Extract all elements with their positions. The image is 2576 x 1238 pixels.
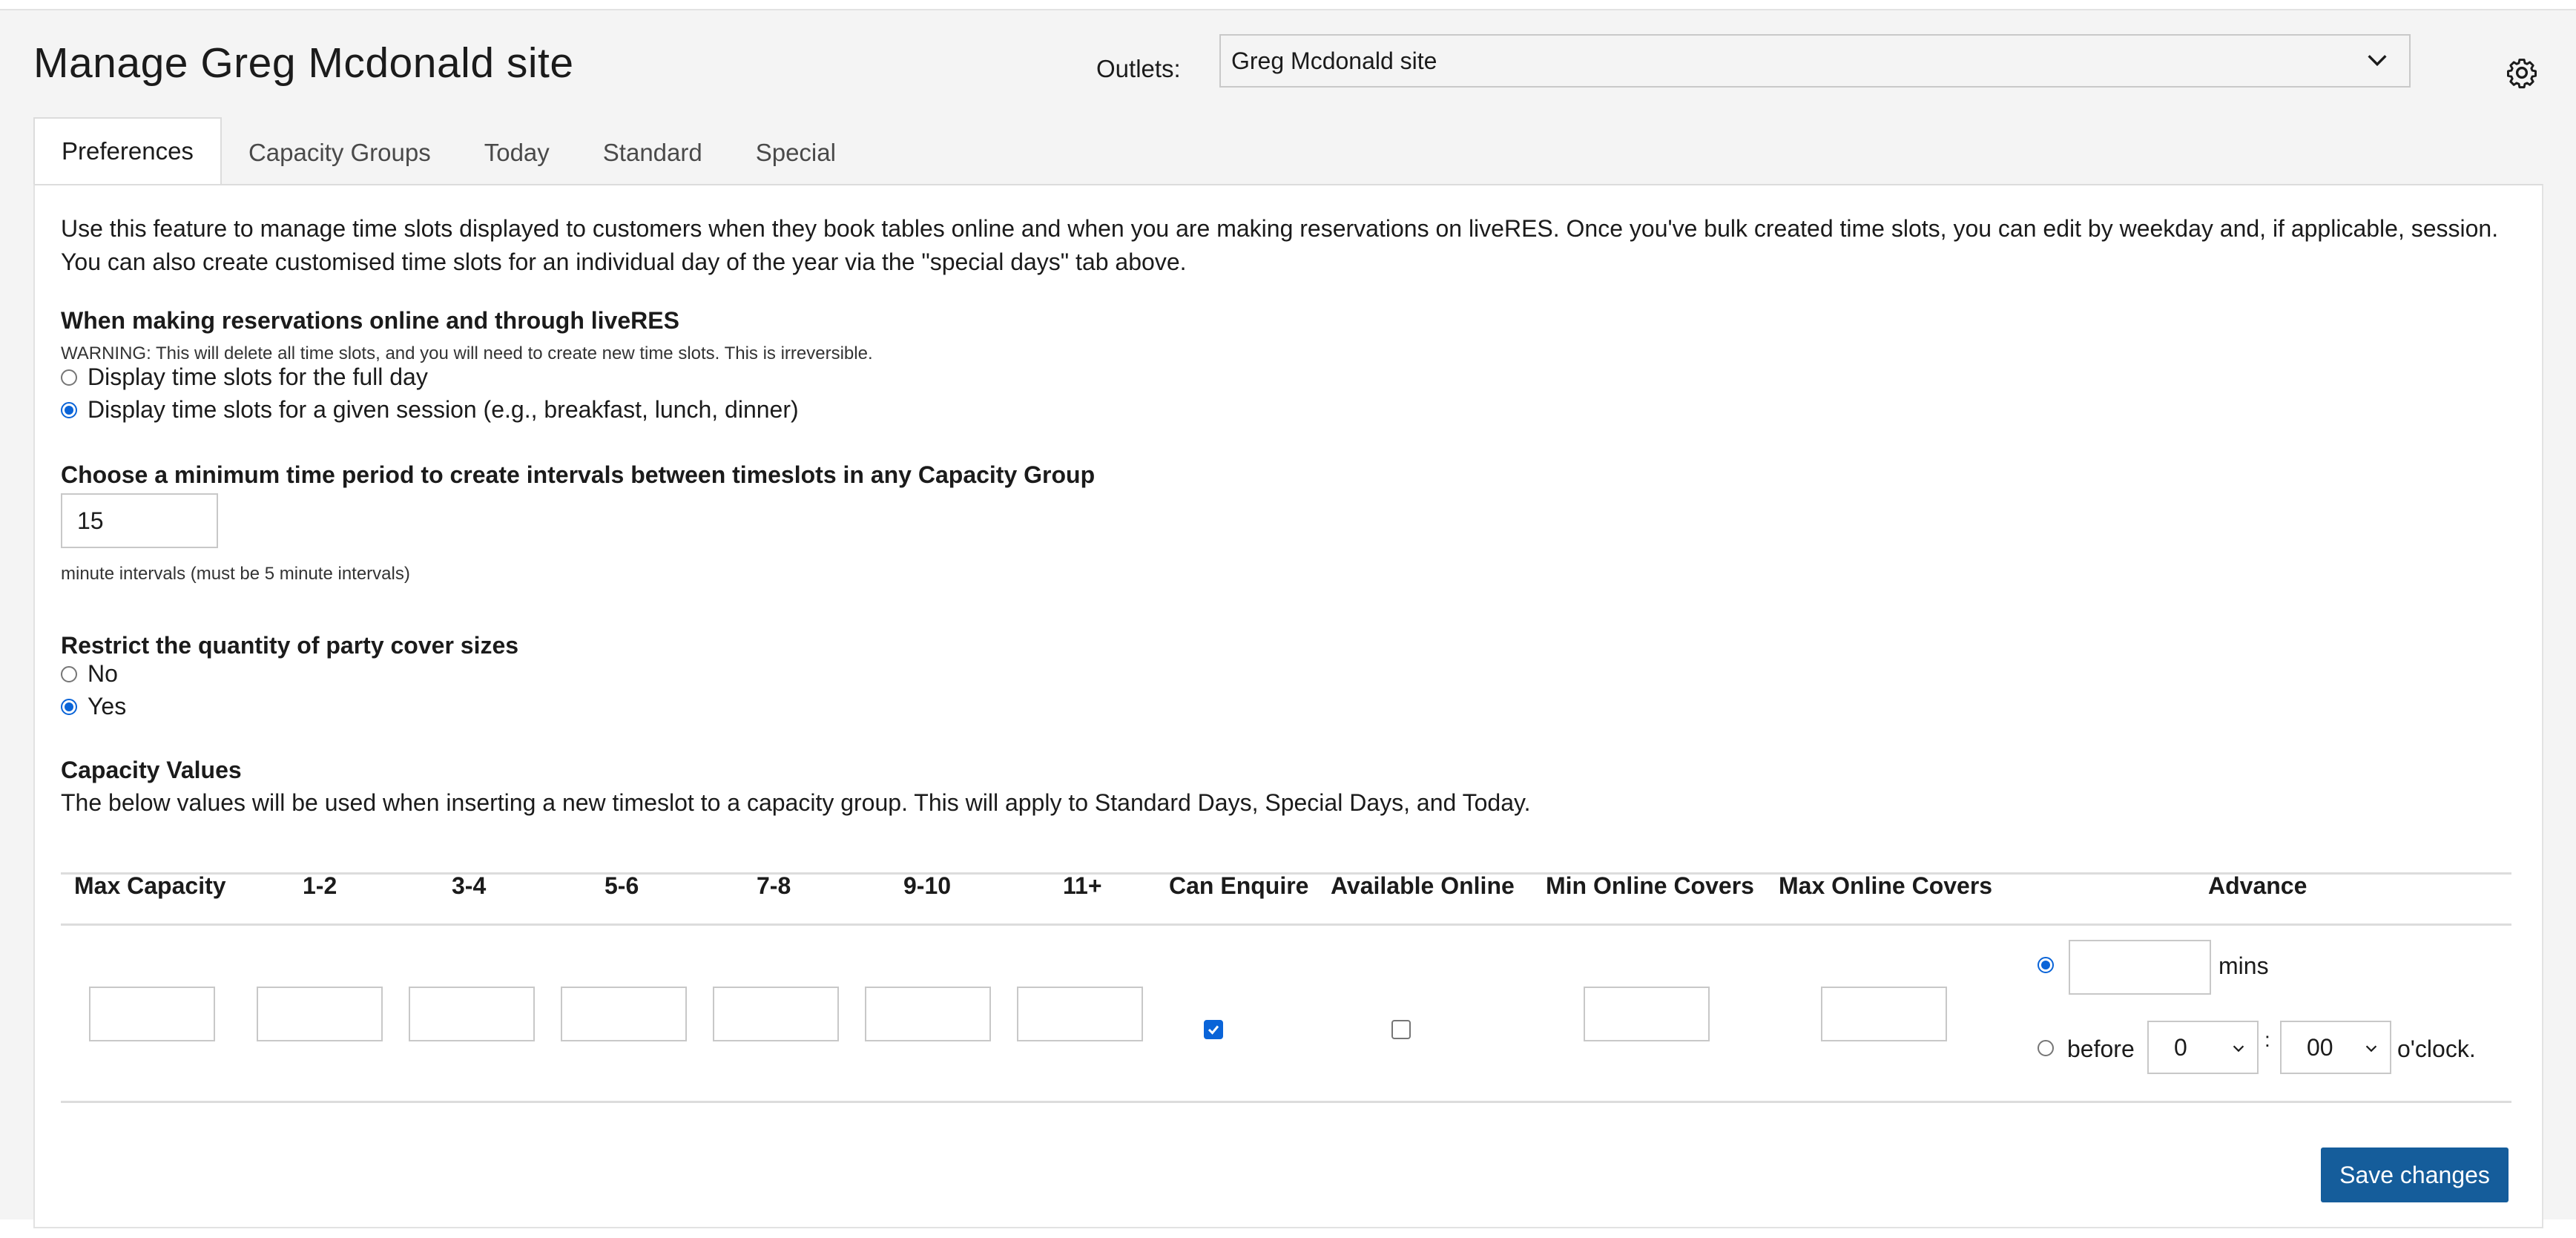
advance-oclock-label: o'clock. bbox=[2397, 1035, 2476, 1062]
save-changes-button[interactable]: Save changes bbox=[2321, 1148, 2509, 1202]
outlets-label: Outlets: bbox=[1096, 55, 1181, 82]
radio-full-day-label: Display time slots for the full day bbox=[88, 363, 428, 390]
party-heading: Restrict the quantity of party cover siz… bbox=[61, 632, 519, 659]
advance-hour-value: 0 bbox=[2174, 1034, 2187, 1061]
capacity-description: The below values will be used when inser… bbox=[61, 789, 1531, 816]
advance-mins-label: mins bbox=[2218, 952, 2269, 979]
outlet-select[interactable]: Greg Mcdonald site bbox=[1219, 34, 2411, 88]
col-3-4: 3-4 bbox=[452, 872, 487, 899]
radio-session-control[interactable] bbox=[61, 401, 77, 418]
available-online-checkbox[interactable] bbox=[1391, 1020, 1411, 1039]
advance-minute-select[interactable]: 00 bbox=[2280, 1021, 2391, 1074]
col-min-online-covers: Min Online Covers bbox=[1546, 872, 1754, 899]
cover-11-plus-input[interactable] bbox=[1017, 987, 1143, 1041]
table-bottom-border bbox=[61, 1101, 2511, 1103]
tab-standard[interactable]: Standard bbox=[576, 122, 729, 184]
intro-text-line1: Use this feature to manage time slots di… bbox=[61, 215, 2499, 242]
table-header-border bbox=[61, 923, 2511, 926]
tab-preferences[interactable]: Preferences bbox=[33, 117, 222, 184]
advance-time-colon: : bbox=[2264, 1028, 2270, 1051]
interval-input-value: 15 bbox=[77, 507, 104, 534]
cover-7-8-input[interactable] bbox=[713, 987, 839, 1041]
col-can-enquire: Can Enquire bbox=[1169, 872, 1309, 899]
radio-full-day[interactable]: Display time slots for the full day bbox=[61, 363, 428, 391]
advance-hour-select[interactable]: 0 bbox=[2147, 1021, 2259, 1074]
radio-session[interactable]: Display time slots for a given session (… bbox=[61, 396, 799, 424]
min-online-covers-input[interactable] bbox=[1584, 987, 1710, 1041]
col-advance: Advance bbox=[2208, 872, 2307, 899]
advance-before-label: before bbox=[2067, 1035, 2135, 1062]
tab-today[interactable]: Today bbox=[458, 122, 576, 184]
advance-mins-radio[interactable] bbox=[2038, 957, 2054, 973]
max-capacity-input[interactable] bbox=[89, 987, 215, 1041]
tab-special[interactable]: Special bbox=[729, 122, 863, 184]
radio-party-no[interactable]: No bbox=[61, 660, 118, 688]
chevron-down-icon bbox=[2365, 1045, 2377, 1053]
advance-minute-value: 00 bbox=[2307, 1034, 2333, 1061]
radio-party-yes-label: Yes bbox=[88, 693, 127, 720]
cover-5-6-input[interactable] bbox=[561, 987, 687, 1041]
col-11-plus: 11+ bbox=[1063, 872, 1102, 899]
col-max-online-covers: Max Online Covers bbox=[1779, 872, 1993, 899]
page-title: Manage Greg Mcdonald site bbox=[33, 39, 574, 87]
col-5-6: 5-6 bbox=[605, 872, 639, 899]
cover-3-4-input[interactable] bbox=[409, 987, 535, 1041]
col-9-10: 9-10 bbox=[903, 872, 952, 899]
col-available-online: Available Online bbox=[1331, 872, 1515, 899]
outlet-select-value: Greg Mcdonald site bbox=[1231, 47, 1437, 74]
interval-input[interactable]: 15 bbox=[61, 493, 218, 548]
col-1-2: 1-2 bbox=[303, 872, 337, 899]
chevron-down-icon bbox=[2233, 1045, 2244, 1053]
tab-bar: Preferences Capacity Groups Today Standa… bbox=[33, 117, 863, 184]
radio-party-yes[interactable]: Yes bbox=[61, 693, 126, 720]
reservations-heading: When making reservations online and thro… bbox=[61, 307, 679, 334]
advance-mins-input[interactable] bbox=[2069, 940, 2211, 995]
tab-capacity-groups[interactable]: Capacity Groups bbox=[222, 122, 458, 184]
col-7-8: 7-8 bbox=[757, 872, 791, 899]
chevron-down-icon bbox=[2368, 55, 2387, 67]
interval-hint: minute intervals (must be 5 minute inter… bbox=[61, 564, 410, 584]
cover-9-10-input[interactable] bbox=[865, 987, 991, 1041]
interval-heading: Choose a minimum time period to create i… bbox=[61, 461, 1096, 488]
intro-text-line2: You can also create customised time slot… bbox=[61, 248, 1187, 275]
radio-full-day-control[interactable] bbox=[61, 369, 77, 386]
radio-party-no-label: No bbox=[88, 660, 118, 687]
capacity-heading: Capacity Values bbox=[61, 757, 242, 783]
app-window: Manage Greg Mcdonald site Outlets: Greg … bbox=[0, 9, 2576, 1228]
gear-icon[interactable] bbox=[2506, 56, 2538, 89]
advance-before-radio[interactable] bbox=[2038, 1040, 2054, 1056]
radio-party-yes-control[interactable] bbox=[61, 698, 77, 715]
checkmark-icon bbox=[1208, 1025, 1219, 1035]
max-online-covers-input[interactable] bbox=[1821, 987, 1947, 1041]
col-max-capacity: Max Capacity bbox=[74, 872, 226, 899]
can-enquire-checkbox[interactable] bbox=[1204, 1020, 1223, 1039]
radio-session-label: Display time slots for a given session (… bbox=[88, 396, 799, 423]
radio-party-no-control[interactable] bbox=[61, 665, 77, 682]
cover-1-2-input[interactable] bbox=[257, 987, 383, 1041]
